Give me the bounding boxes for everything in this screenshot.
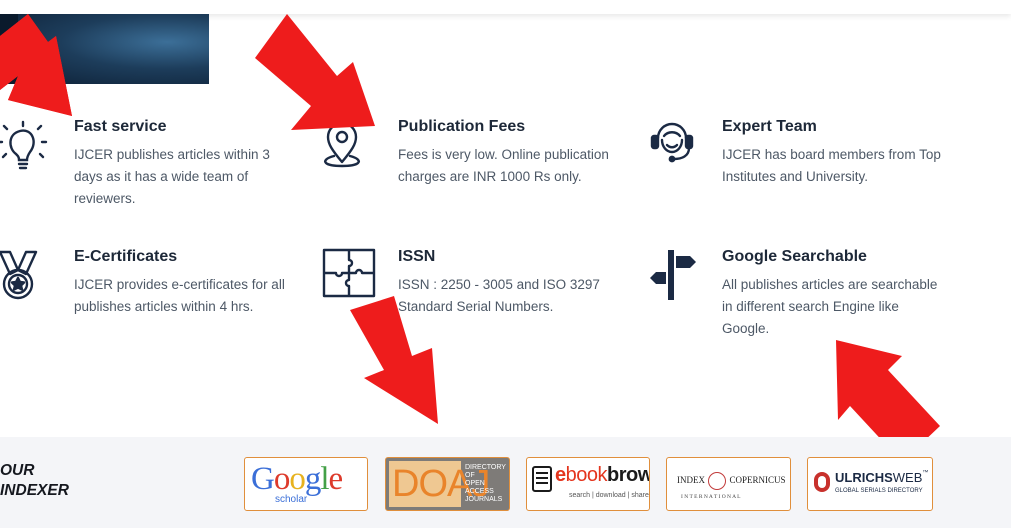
red-arrow-annotation-1 bbox=[0, 14, 90, 124]
indexer-section: OUR INDEXER Google scholar DOAJ DIRECTOR… bbox=[0, 437, 1011, 528]
doaj-sub3: JOURNALS bbox=[465, 496, 503, 503]
feature-text: IJCER provides e-certificates for all pu… bbox=[74, 277, 285, 314]
ebook-browse: browse bbox=[607, 464, 649, 486]
feature-google-searchable: Google Searchable All publishes articles… bbox=[648, 248, 948, 343]
feature-title: Publication Fees bbox=[398, 118, 526, 135]
copernicus-sub: I N T E R N A T I O N A L bbox=[681, 494, 741, 500]
copernicus-word2: COPERNICUS bbox=[729, 475, 786, 486]
ulrichs-word2: WEB bbox=[892, 470, 923, 485]
feature-text: Fees is very low. Online publication cha… bbox=[398, 147, 609, 184]
feature-text: IJCER has board members from Top Institu… bbox=[722, 147, 941, 184]
ulrichs-word1: ULRICHS bbox=[835, 470, 893, 485]
logo-index-copernicus[interactable]: INDEX COPERNICUS I N T E R N A T I O N A… bbox=[666, 457, 791, 511]
logo-doaj[interactable]: DOAJ DIRECTORY OF OPEN ACCESS JOURNALS bbox=[385, 457, 510, 511]
feature-text: All publishes articles are searchable in… bbox=[722, 277, 938, 336]
lightbulb-icon bbox=[0, 120, 52, 176]
medal-icon bbox=[0, 248, 52, 304]
indexer-title-line2: INDEXER bbox=[0, 482, 69, 499]
google-scholar-sub: scholar bbox=[275, 494, 308, 505]
indexer-title-line1: OUR bbox=[0, 462, 35, 479]
support-headset-icon bbox=[648, 118, 704, 174]
doaj-sub2: OPEN ACCESS bbox=[465, 480, 494, 495]
feature-title: ISSN bbox=[398, 248, 436, 265]
feature-title: Expert Team bbox=[722, 118, 817, 135]
ebookbrowse-sub: search | download | share bbox=[569, 492, 649, 499]
feature-expert-team: Expert Team IJCER has board members from… bbox=[648, 118, 948, 198]
feature-title: Google Searchable bbox=[722, 248, 867, 265]
feature-fast-service: Fast service IJCER publishes articles wi… bbox=[0, 118, 290, 213]
logo-ulrichsweb[interactable]: ULRICHSWEB™ GLOBAL SERIALS DIRECTORY bbox=[807, 457, 933, 511]
copernicus-word1: INDEX bbox=[677, 475, 705, 486]
ebook-book: book bbox=[565, 464, 608, 486]
feature-e-certificates: E-Certificates IJCER provides e-certific… bbox=[0, 248, 290, 318]
feature-text: IJCER publishes articles within 3 days a… bbox=[74, 147, 270, 206]
top-strip bbox=[0, 0, 1011, 14]
ulrichs-sub: GLOBAL SERIALS DIRECTORY bbox=[835, 488, 923, 494]
globe-icon bbox=[708, 472, 727, 490]
document-icon bbox=[532, 466, 552, 492]
logo-ebookbrowse[interactable]: ebookbrowse search | download | share bbox=[526, 457, 650, 511]
signpost-icon bbox=[648, 248, 704, 304]
indexer-title: OUR INDEXER bbox=[0, 461, 120, 501]
ulrichs-tm: ™ bbox=[922, 470, 929, 476]
ulrichs-mark-icon bbox=[814, 472, 830, 492]
red-arrow-annotation-2 bbox=[255, 14, 385, 134]
doaj-sub1: DIRECTORY OF bbox=[465, 464, 506, 479]
logo-google-scholar[interactable]: Google scholar bbox=[244, 457, 368, 511]
red-arrow-annotation-3 bbox=[350, 296, 470, 426]
feature-title: E-Certificates bbox=[74, 248, 178, 265]
ebook-e: e bbox=[555, 464, 566, 486]
